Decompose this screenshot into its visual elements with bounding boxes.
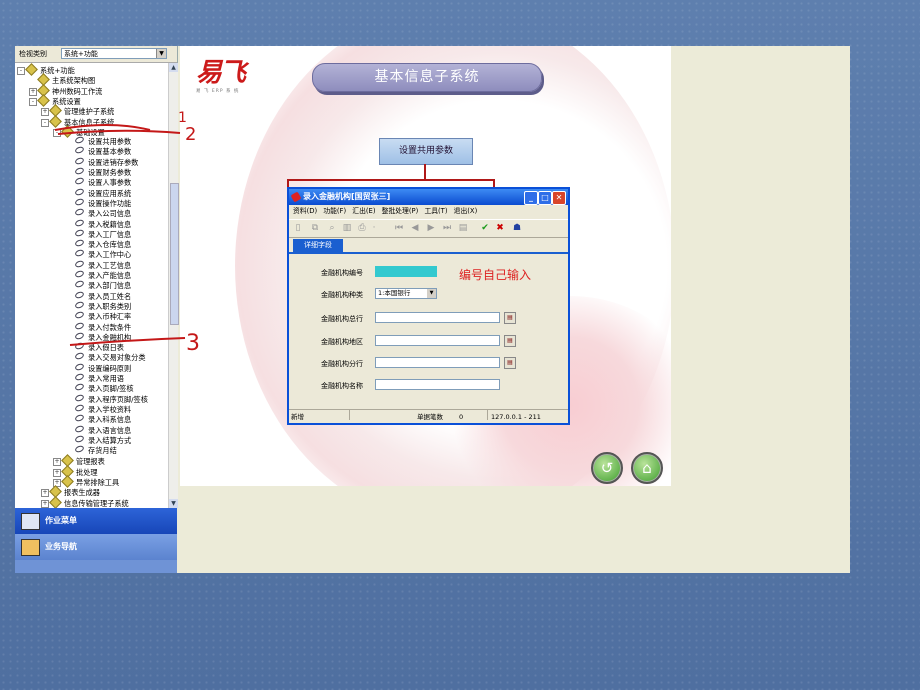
annotation-layer: 1 2 3 — [54, 110, 200, 356]
annotation-stroke — [54, 124, 151, 131]
annotation-3: 3 — [186, 331, 200, 356]
annotation-2: 2 — [185, 124, 196, 145]
annotation-stroke — [57, 129, 181, 135]
annotation-stroke — [69, 337, 186, 346]
